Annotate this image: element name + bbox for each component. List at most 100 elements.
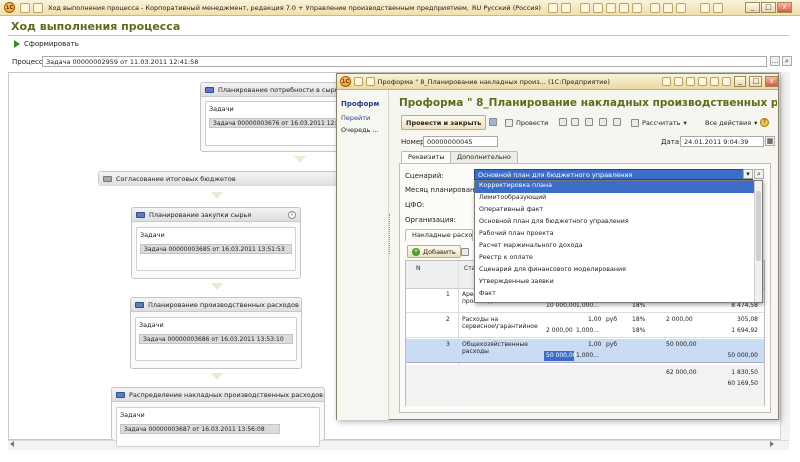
1c-logo-icon[interactable]: 1С bbox=[340, 76, 351, 87]
search-icon[interactable]: ⌕ bbox=[754, 169, 764, 179]
select-button[interactable]: … bbox=[770, 56, 780, 66]
dropdown-item[interactable]: Реестр к оплате bbox=[475, 253, 762, 265]
toolbar-icon[interactable] bbox=[585, 118, 593, 126]
calculate-button[interactable]: Рассчитать ▾ bbox=[627, 115, 691, 130]
all-actions-button[interactable]: Все действия ▾ bbox=[701, 115, 761, 130]
close-button[interactable]: x bbox=[777, 2, 792, 13]
dropdown-item[interactable]: Утвержденные заявки bbox=[475, 277, 762, 289]
search-icon[interactable]: ⌕ bbox=[782, 56, 792, 66]
toolbar-icon[interactable] bbox=[674, 77, 684, 86]
close-button[interactable]: x bbox=[765, 76, 779, 87]
1c-logo-icon[interactable]: 1С bbox=[4, 2, 15, 13]
toolbar-icon[interactable] bbox=[559, 118, 567, 126]
dropdown-item[interactable]: Основной план для бюджетного управления bbox=[475, 217, 762, 229]
dropdown-scrollbar[interactable] bbox=[754, 181, 762, 302]
chevron-down-icon[interactable]: ▾ bbox=[743, 169, 753, 179]
toolbar-icon[interactable] bbox=[676, 3, 686, 13]
proforma-header: Проформа " 8_Планирование накладных прои… bbox=[399, 97, 777, 109]
dropdown-item[interactable]: Факт bbox=[475, 289, 762, 301]
sidebar-item-go[interactable]: Перейти bbox=[337, 112, 388, 124]
language-indicator[interactable]: RU Русский (Россия) bbox=[472, 4, 541, 12]
toolbar-icon[interactable] bbox=[662, 77, 672, 86]
toolbar-icon[interactable] bbox=[561, 3, 571, 13]
process-node[interactable]: Распределение накладных производственных… bbox=[111, 387, 325, 447]
back-icon[interactable] bbox=[33, 3, 43, 13]
popup-title: Проформа " 8_Планирование накладных прои… bbox=[377, 77, 610, 86]
toolbar-icon[interactable] bbox=[709, 77, 719, 86]
tasks-label: Задачи bbox=[139, 321, 164, 329]
dropdown-item[interactable]: Оперативный факт bbox=[475, 205, 762, 217]
maximize-button[interactable]: □ bbox=[749, 76, 763, 87]
dropdown-item[interactable]: Сценарий для финансового моделирования bbox=[475, 265, 762, 277]
scenario-field[interactable]: Основной план для бюджетного управления bbox=[474, 169, 753, 180]
tab-overhead[interactable]: Накладные расходы bbox=[405, 229, 473, 241]
copy-icon[interactable] bbox=[461, 248, 469, 256]
calendar-icon[interactable]: ▦ bbox=[765, 136, 775, 146]
toolbar-icon[interactable] bbox=[697, 77, 707, 86]
toolbar-icon[interactable] bbox=[663, 3, 673, 13]
post-icon bbox=[505, 118, 513, 127]
group-title: Согласование итоговых бюджетов bbox=[116, 175, 236, 183]
divider bbox=[8, 35, 789, 36]
row-amount: 10 000,00 bbox=[546, 302, 577, 309]
date-field[interactable]: 24.01.2011 9:04:39 bbox=[680, 136, 764, 147]
scroll-left-icon[interactable] bbox=[10, 441, 14, 447]
process-node[interactable]: Планирование закупки сырья i Задачи Зада… bbox=[131, 207, 301, 279]
post-close-button[interactable]: Провести и закрыть bbox=[401, 115, 487, 130]
process-field[interactable]: Задача 00000002959 от 11.03.2011 12:41:5… bbox=[42, 56, 767, 67]
toolbar-icon[interactable] bbox=[593, 3, 603, 13]
toolbar-icon[interactable] bbox=[700, 3, 710, 13]
dropdown-item[interactable]: Лимитообразующий bbox=[475, 193, 762, 205]
dropdown-item[interactable]: Рабочий план проекта bbox=[475, 229, 762, 241]
task-link[interactable]: Задача 00000003686 от 16.03.2011 13:53:1… bbox=[139, 334, 293, 344]
task-icon bbox=[135, 301, 144, 308]
toolbar-icon[interactable] bbox=[650, 3, 660, 13]
dropdown-item[interactable]: Корректировка плана bbox=[475, 181, 762, 193]
info-icon[interactable]: i bbox=[288, 210, 296, 219]
toolbar-icon[interactable] bbox=[619, 3, 629, 13]
toolbar-icon[interactable] bbox=[632, 3, 642, 13]
build-label: Сформировать bbox=[24, 40, 79, 48]
toolbar-icon[interactable] bbox=[599, 118, 607, 126]
vertical-scrollbar[interactable] bbox=[780, 72, 790, 440]
toolbar-icon[interactable] bbox=[606, 3, 616, 13]
splitter[interactable] bbox=[389, 214, 393, 254]
number-field[interactable]: 00000000045 bbox=[423, 136, 498, 147]
help-icon[interactable] bbox=[713, 3, 723, 13]
dropdown-item[interactable]: Расчет маржинального дохода bbox=[475, 241, 762, 253]
save-icon[interactable] bbox=[489, 118, 497, 126]
sidebar-item-queue[interactable]: Очередь ... bbox=[337, 124, 388, 136]
process-group[interactable]: Согласование итоговых бюджетов bbox=[98, 171, 342, 186]
table-row[interactable]: 2 Расходы на сервисное\гарантийное 1,00 … bbox=[406, 314, 764, 338]
toolbar-icon[interactable] bbox=[580, 3, 590, 13]
toolbar-icon[interactable] bbox=[686, 77, 695, 86]
help-icon[interactable] bbox=[721, 77, 731, 86]
back-icon[interactable] bbox=[365, 77, 375, 86]
play-icon bbox=[14, 40, 20, 48]
minimize-button[interactable]: _ bbox=[745, 2, 760, 13]
process-node[interactable]: Планирование потребности в сырье Задачи … bbox=[200, 82, 350, 152]
task-link[interactable]: Задача 00000003685 от 16.03.2011 13:51:5… bbox=[140, 244, 292, 254]
process-node[interactable]: Планирование производственных расходов З… bbox=[130, 297, 302, 369]
task-link[interactable]: Задача 00000003676 от 16.03.2011 12:... bbox=[209, 118, 342, 128]
help-icon[interactable]: ? bbox=[760, 118, 769, 127]
task-link[interactable]: Задача 00000003687 от 16.03.2011 13:56:0… bbox=[120, 424, 280, 434]
scroll-right-icon[interactable] bbox=[770, 441, 774, 447]
add-button[interactable]: + Добавить bbox=[407, 245, 461, 258]
menu-icon[interactable] bbox=[20, 3, 30, 13]
toolbar-icon[interactable] bbox=[548, 3, 558, 13]
tab-requisites[interactable]: Реквизиты bbox=[401, 151, 452, 163]
toolbar-icon[interactable] bbox=[571, 118, 579, 126]
scenario-dropdown[interactable]: Корректировка плана Лимитообразующий Опе… bbox=[474, 180, 763, 303]
table-row-selected[interactable]: 3 Общехозяйственные расходы 1,00 руб 50 … bbox=[406, 339, 764, 363]
proforma-window[interactable]: 1С Проформа " 8_Планирование накладных п… bbox=[336, 73, 779, 420]
minimize-button[interactable]: _ bbox=[733, 76, 747, 87]
build-button[interactable]: Сформировать bbox=[14, 40, 79, 48]
tab-additional[interactable]: Дополнительно bbox=[450, 151, 518, 163]
post-button[interactable]: Провести bbox=[501, 115, 552, 130]
row-price: 2 000,00 bbox=[666, 316, 693, 323]
print-icon[interactable] bbox=[613, 118, 621, 126]
scroll-thumb[interactable] bbox=[756, 191, 761, 261]
maximize-button[interactable]: □ bbox=[761, 2, 776, 13]
menu-icon[interactable] bbox=[353, 77, 363, 86]
